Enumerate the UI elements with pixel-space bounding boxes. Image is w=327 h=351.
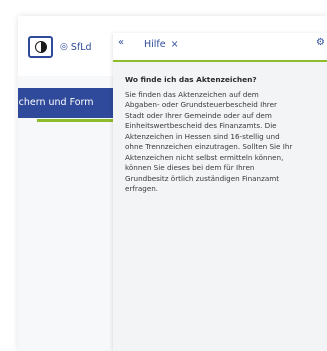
settings-icon[interactable]: ⚙: [316, 37, 325, 48]
contrast-toggle-button[interactable]: [28, 36, 53, 58]
nav-active-indicator: [37, 119, 113, 122]
help-answer-line: Abgaben- oder Grundsteuerbescheid Ihrer: [125, 100, 277, 109]
contrast-icon: [34, 41, 47, 53]
language-label: SfLd: [70, 41, 92, 53]
help-answer-line: Sie finden das Aktenzeichen auf dem: [125, 89, 259, 99]
language-link[interactable]: ◎ SfLd: [60, 40, 92, 54]
help-content: Wo finde ich das Aktenzeichen? Sie finde…: [125, 75, 319, 195]
tab-help[interactable]: Hilfe ×: [144, 39, 179, 50]
help-panel-divider: [113, 60, 327, 62]
help-answer-line: erfragen.: [125, 184, 159, 193]
close-icon[interactable]: ×: [171, 39, 179, 50]
nav-section-label: ichern und Form: [18, 97, 94, 108]
help-answer-line: Einheitswertbescheid des Finanzamts. Die: [125, 121, 277, 130]
collapse-panel-button[interactable]: «: [118, 37, 124, 48]
help-panel: « Hilfe × ⚙ Wo finde ich das Aktenzeiche…: [113, 33, 327, 351]
globe-icon: ◎: [60, 41, 68, 52]
help-answer: Sie finden das Aktenzeichen auf dem Abga…: [125, 90, 319, 195]
help-answer-line: Grundbesitz örtlich zuständigen Finanzam…: [125, 173, 280, 183]
help-question: Wo finde ich das Aktenzeichen?: [125, 75, 257, 84]
help-answer-line: Aktenzeichen in Hessen sind 16-stellig u…: [125, 131, 280, 141]
help-answer-line: Stadt oder Ihrer Gemeinde oder auf dem: [125, 110, 272, 120]
help-answer-line: können Sie dieses bei dem für Ihren: [125, 163, 255, 172]
help-answer-line: Aktenzeichen nicht selbst ermitteln könn…: [125, 152, 284, 162]
help-panel-header: « Hilfe × ⚙: [113, 33, 327, 60]
nav-section-bar[interactable]: ichern und Form: [18, 88, 113, 118]
tab-help-label: Hilfe: [144, 39, 166, 50]
help-answer-line: ohne Trennzeichen einzutragen. Sollten S…: [125, 142, 293, 151]
